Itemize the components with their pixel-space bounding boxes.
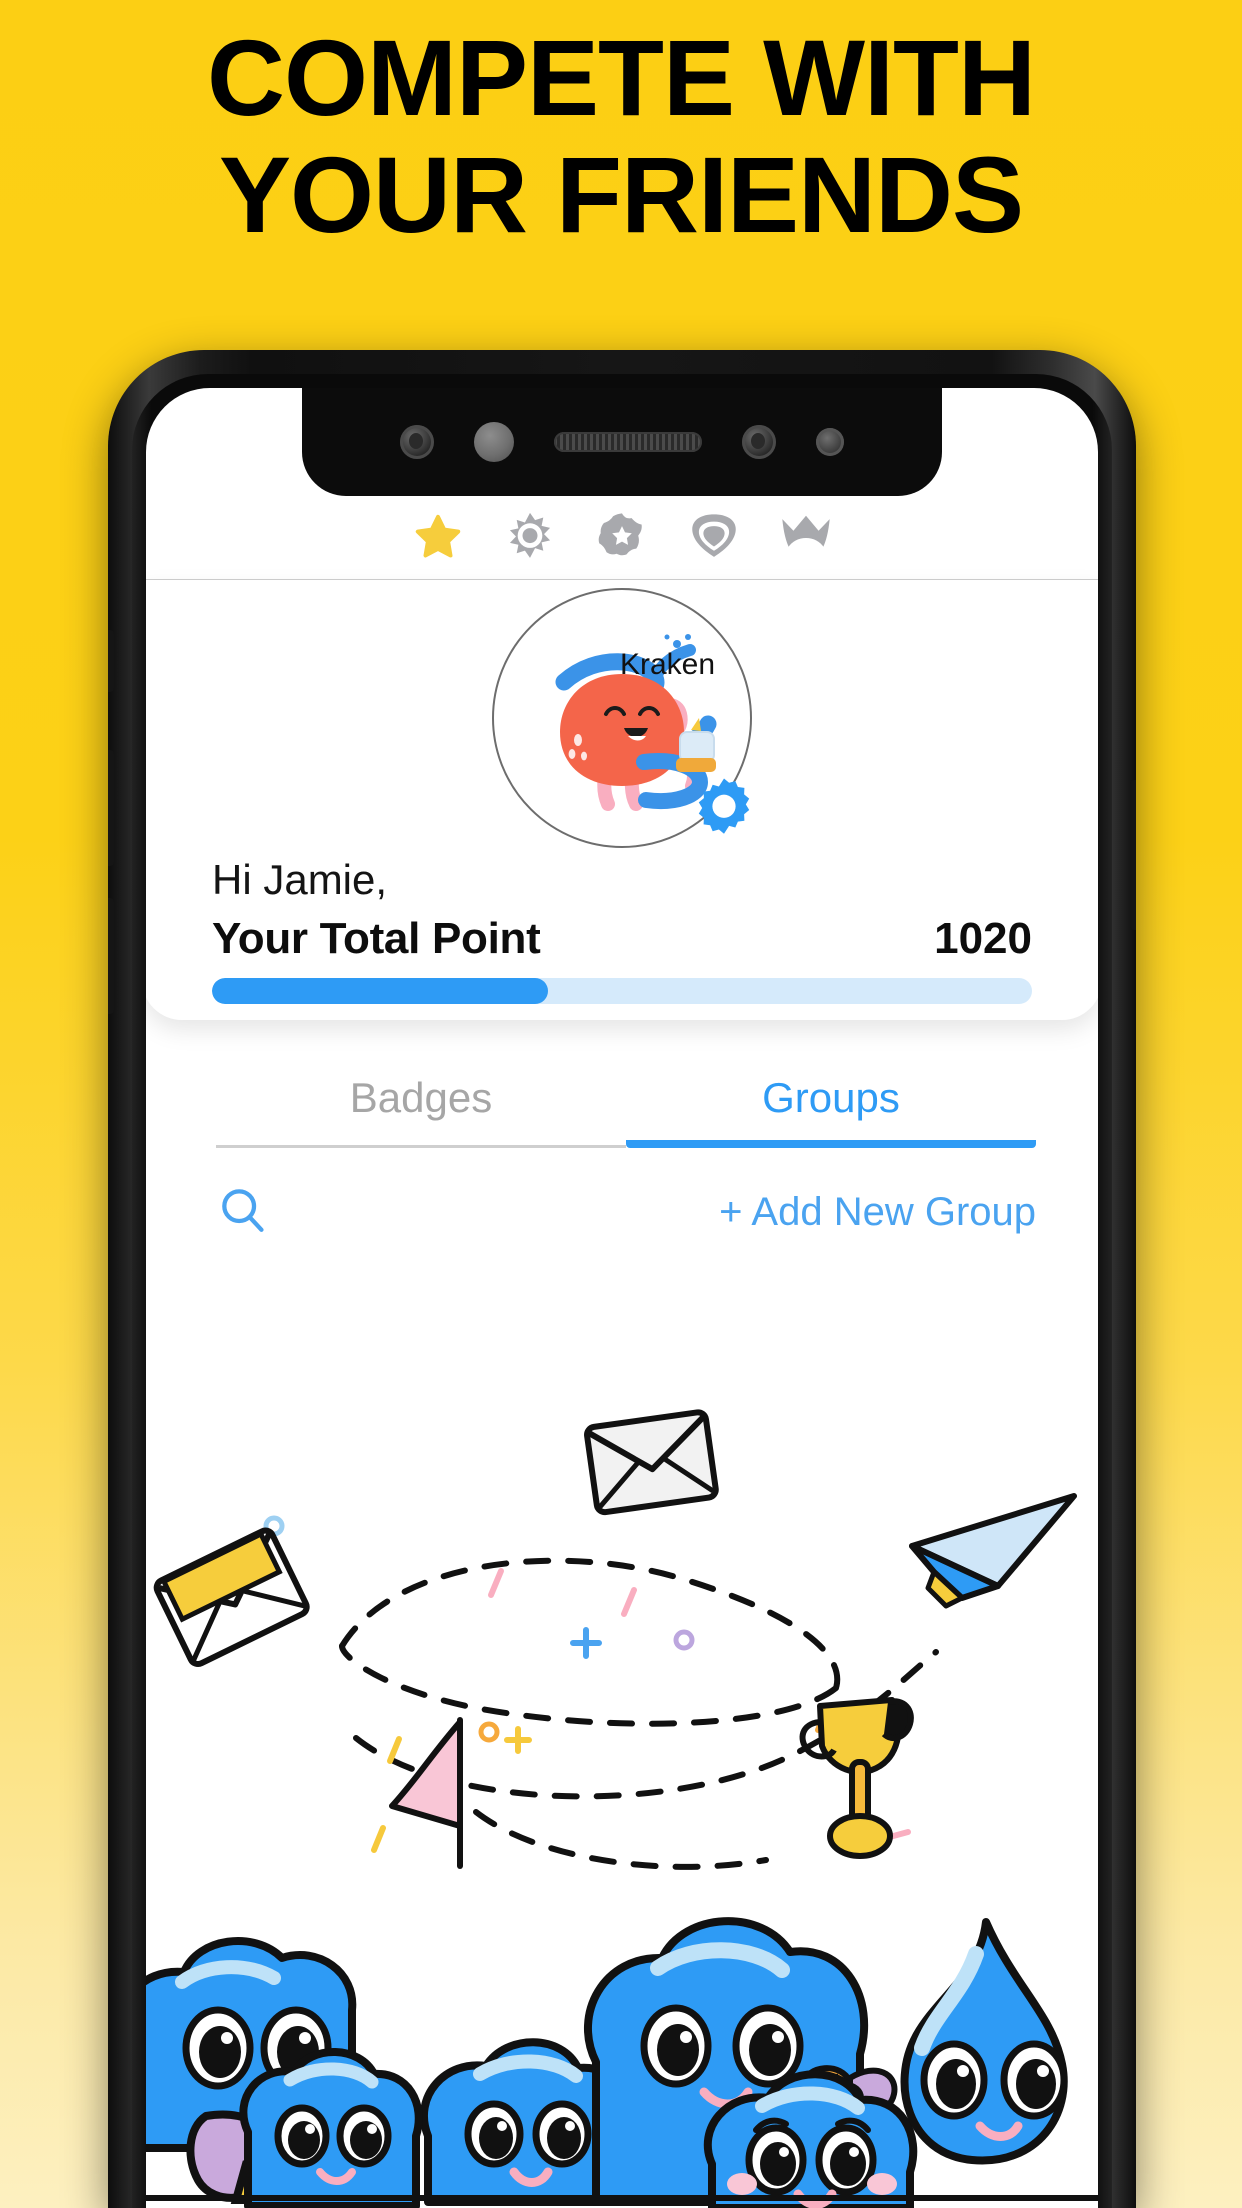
silent-switch[interactable] — [108, 630, 114, 692]
groups-empty-illustration — [146, 1408, 1098, 2208]
promo-headline: COMPETE WITH YOUR FRIENDS — [0, 17, 1242, 255]
search-icon[interactable] — [216, 1183, 270, 1242]
gear-icon[interactable] — [690, 774, 758, 842]
groups-toolbar: + Add New Group — [216, 1172, 1036, 1252]
tab-bar: Badges Groups — [216, 1074, 1036, 1148]
points-progress-bar — [212, 978, 1032, 1004]
diamond-star-badge-icon[interactable] — [593, 509, 651, 567]
points-progress-fill — [212, 978, 549, 1004]
phone-mockup: Kraken Hi Jamie, Your Total Point 1020 B… — [108, 350, 1136, 2208]
tab-groups[interactable]: Groups — [626, 1074, 1036, 1148]
add-new-group-button[interactable]: + Add New Group — [719, 1190, 1036, 1235]
phone-bezel: Kraken Hi Jamie, Your Total Point 1020 B… — [132, 374, 1112, 2208]
headline-line-2: YOUR FRIENDS — [218, 133, 1024, 255]
sensor-icon — [474, 422, 514, 462]
power-button[interactable] — [1130, 780, 1136, 930]
phone-screen: Kraken Hi Jamie, Your Total Point 1020 B… — [146, 388, 1098, 2208]
profile-card: Kraken Hi Jamie, Your Total Point 1020 — [146, 580, 1098, 1020]
svg-text:Kraken: Kraken — [620, 648, 715, 681]
points-row: Your Total Point 1020 — [212, 914, 1032, 964]
sun-badge-icon[interactable] — [501, 509, 559, 567]
volume-up-button[interactable] — [108, 750, 114, 866]
tab-badges[interactable]: Badges — [216, 1074, 626, 1148]
gem-badge-icon[interactable] — [685, 509, 743, 567]
headline-line-1: COMPETE WITH — [207, 17, 1036, 138]
star-badge-icon[interactable] — [409, 509, 467, 567]
points-label: Your Total Point — [212, 914, 541, 963]
crown-badge-icon[interactable] — [777, 509, 835, 567]
earpiece-speaker-icon — [554, 432, 702, 452]
phone-notch — [302, 388, 942, 496]
avatar-container[interactable]: Kraken — [492, 588, 752, 848]
greeting-text: Hi Jamie, — [212, 856, 388, 903]
front-camera-icon — [400, 425, 434, 459]
ir-camera-icon — [742, 425, 776, 459]
badge-strip — [146, 496, 1098, 580]
proximity-sensor-icon — [816, 428, 844, 456]
points-value: 1020 — [934, 914, 1032, 963]
volume-down-button[interactable] — [108, 898, 114, 1014]
